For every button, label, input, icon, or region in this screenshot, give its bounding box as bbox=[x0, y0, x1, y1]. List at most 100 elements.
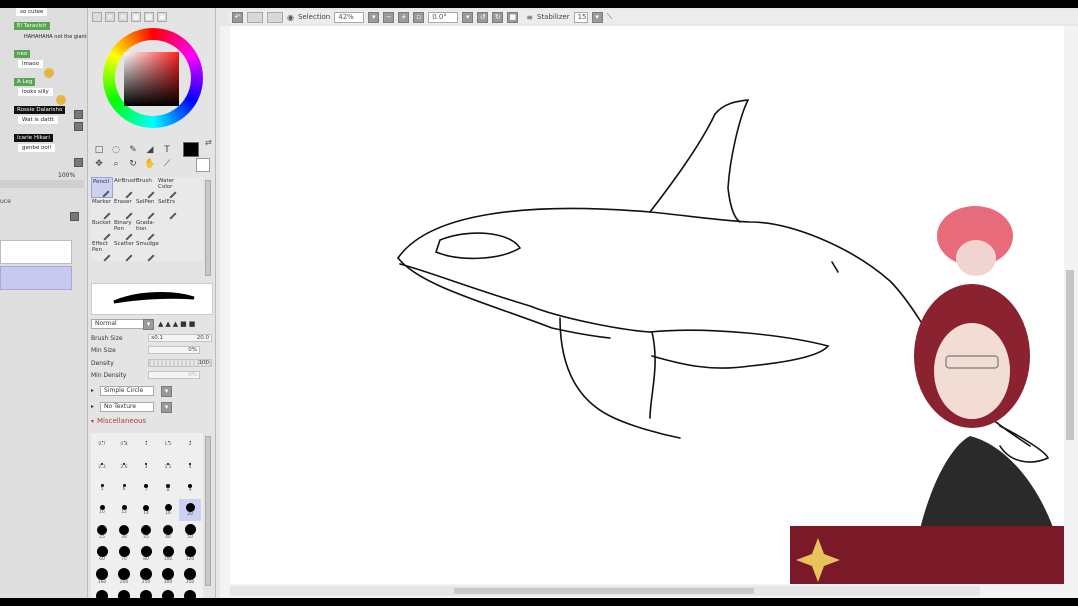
magic-wand-icon[interactable]: ✎ bbox=[126, 144, 140, 156]
undo-button[interactable]: ↶ bbox=[232, 11, 243, 23]
brush-tool-empty[interactable] bbox=[179, 198, 201, 219]
scratchpad-button[interactable]: ▣ bbox=[157, 12, 167, 22]
canvas-vertical-scrollbar[interactable] bbox=[1066, 270, 1074, 440]
brush-size-preset[interactable]: 80 bbox=[135, 543, 157, 565]
selection-icon[interactable]: ◉ bbox=[287, 13, 294, 22]
rotate-reset-button[interactable]: ■ bbox=[507, 11, 519, 23]
brush-size-preset[interactable]: 350 bbox=[179, 565, 201, 587]
brush-size-preset[interactable]: 8 bbox=[157, 477, 179, 499]
brush-size-preset[interactable]: 2.3 bbox=[91, 455, 113, 477]
layer-row[interactable] bbox=[0, 240, 72, 264]
brush-size-preset[interactable]: 2.6 bbox=[113, 455, 135, 477]
zoom-icon[interactable]: ⌕ bbox=[109, 158, 123, 170]
miscellaneous-section-label[interactable]: Miscellaneous bbox=[97, 417, 146, 425]
texture-dropdown-button[interactable]: ▾ bbox=[161, 402, 172, 413]
hsv-slider-button[interactable]: ≡ bbox=[118, 12, 128, 22]
brush-size-preset[interactable]: 2 bbox=[179, 433, 201, 455]
brush-tool-empty[interactable] bbox=[179, 219, 201, 240]
brush-tool-selers[interactable]: SelErs bbox=[157, 198, 179, 220]
texture-select[interactable]: No Texture bbox=[100, 402, 154, 412]
rotation-field[interactable]: 0.0° bbox=[428, 11, 459, 23]
shape-triangle-icon[interactable]: ▲ bbox=[173, 320, 178, 328]
brush-tool-brush[interactable]: Brush bbox=[135, 177, 157, 199]
brush-size-preset[interactable]: 16 bbox=[157, 499, 179, 521]
drawing-canvas[interactable] bbox=[230, 26, 1064, 584]
stabilizer-field[interactable]: 15 bbox=[573, 11, 588, 23]
brush-tool-empty[interactable] bbox=[157, 240, 179, 261]
secondary-color-swatch[interactable] bbox=[196, 158, 210, 172]
brush-tool-marker[interactable]: Marker bbox=[91, 198, 113, 220]
stabilizer-dropdown-button[interactable]: ▾ bbox=[591, 11, 603, 23]
brush-size-preset[interactable]: 9 bbox=[179, 477, 201, 499]
shape-square-icon[interactable]: ■ bbox=[180, 320, 187, 328]
navigator-button[interactable] bbox=[74, 110, 83, 119]
selection-label[interactable]: Selection bbox=[298, 13, 330, 21]
primary-color-swatch[interactable] bbox=[183, 142, 199, 157]
rotate-left-button[interactable]: ↺ bbox=[477, 11, 489, 23]
brush-size-preset[interactable]: 5 bbox=[91, 477, 113, 499]
rotate-icon[interactable]: ↻ bbox=[126, 158, 140, 170]
brush-tool-smudge[interactable]: Smudge bbox=[135, 240, 159, 262]
brush-size-preset[interactable]: 35 bbox=[135, 521, 157, 543]
brush-grid-scrollbar[interactable] bbox=[205, 180, 211, 276]
brush-shape-dropdown-button[interactable]: ▾ bbox=[161, 386, 172, 397]
brush-size-preset[interactable]: 200 bbox=[113, 565, 135, 587]
brush-size-preset[interactable]: 700 bbox=[179, 587, 201, 598]
brush-size-preset[interactable]: 25 bbox=[91, 521, 113, 543]
hand-icon[interactable]: ✋ bbox=[143, 158, 157, 170]
navigator-zoom-slider[interactable] bbox=[0, 180, 84, 188]
min-size-field[interactable]: 0% bbox=[148, 346, 200, 354]
shape-expand-icon[interactable]: ▸ bbox=[91, 387, 94, 394]
brush-tool-selpen[interactable]: SelPen bbox=[135, 198, 157, 220]
lasso-icon[interactable]: ◌ bbox=[109, 144, 123, 156]
eyedropper-icon[interactable]: ⟋ bbox=[160, 158, 174, 170]
brush-size-preset[interactable]: 1.5 bbox=[157, 433, 179, 455]
brush-size-preset[interactable]: 6 bbox=[113, 477, 135, 499]
brush-size-preset[interactable]: 4 bbox=[179, 455, 201, 477]
brush-size-preset[interactable]: 12 bbox=[113, 499, 135, 521]
brush-size-preset[interactable]: 600 bbox=[157, 587, 179, 598]
brush-tool-pencil[interactable]: Pencil bbox=[91, 177, 113, 198]
brush-size-field[interactable]: x0.1 20.0 bbox=[148, 334, 212, 342]
swap-colors-icon[interactable]: ⇄ bbox=[205, 138, 212, 147]
brush-size-preset[interactable]: 3.5 bbox=[157, 455, 179, 477]
density-slider[interactable]: 100 bbox=[148, 359, 212, 367]
brush-tool-effect-pen[interactable]: Effect Pen bbox=[91, 240, 113, 262]
brush-shape-select[interactable]: Simple Circle bbox=[100, 386, 154, 396]
zoom-reset-button[interactable]: ▫ bbox=[413, 11, 425, 23]
size-presets-scrollbar[interactable] bbox=[205, 436, 211, 586]
toolbar-button[interactable] bbox=[247, 11, 263, 23]
navigator-button[interactable] bbox=[74, 158, 83, 167]
brush-size-preset[interactable]: 500 bbox=[135, 587, 157, 598]
brush-size-preset[interactable]: 100 bbox=[157, 543, 179, 565]
brush-size-preset[interactable]: 400 bbox=[91, 587, 113, 598]
brush-tool-water-color[interactable]: Water Color bbox=[157, 177, 179, 199]
brush-size-preset[interactable]: 1 bbox=[135, 433, 157, 455]
rgb-slider-button[interactable]: ≡ bbox=[105, 12, 115, 22]
rect-select-icon[interactable]: □ bbox=[92, 144, 106, 156]
rotate-right-button[interactable]: ↻ bbox=[492, 11, 504, 23]
brush-size-preset[interactable]: 60 bbox=[91, 543, 113, 565]
line-tool-icon[interactable]: ⟍ bbox=[607, 12, 613, 22]
rotation-dropdown-button[interactable]: ▾ bbox=[462, 11, 474, 23]
brush-size-preset[interactable]: 7 bbox=[135, 477, 157, 499]
brush-size-preset[interactable]: 160 bbox=[91, 565, 113, 587]
brush-size-preset[interactable]: 3 bbox=[135, 455, 157, 477]
brush-size-preset[interactable]: 30 bbox=[113, 521, 135, 543]
shape-square-icon[interactable]: ■ bbox=[189, 320, 196, 328]
zoom-out-button[interactable]: − bbox=[383, 11, 395, 23]
flip-icon[interactable]: ≡ bbox=[526, 13, 533, 22]
brush-size-preset[interactable]: 50 bbox=[179, 521, 201, 543]
brush-tool-eraser[interactable]: Eraser bbox=[113, 198, 135, 220]
misc-expand-icon[interactable]: ▾ bbox=[91, 418, 94, 425]
brush-tool-empty[interactable] bbox=[157, 219, 179, 240]
brush-size-preset[interactable]: 10 bbox=[91, 499, 113, 521]
h-scroll-thumb[interactable] bbox=[454, 588, 754, 594]
navigator-button[interactable] bbox=[74, 122, 83, 131]
color-wheel-mode-button[interactable]: ◌ bbox=[92, 12, 102, 22]
brush-size-preset[interactable]: 20 bbox=[179, 499, 201, 521]
zoom-dropdown-button[interactable]: ▾ bbox=[368, 11, 380, 23]
canvas-horizontal-scrollbar[interactable] bbox=[230, 586, 980, 596]
brush-size-preset[interactable]: 70 bbox=[113, 543, 135, 565]
brush-size-preset[interactable]: 300 bbox=[157, 565, 179, 587]
